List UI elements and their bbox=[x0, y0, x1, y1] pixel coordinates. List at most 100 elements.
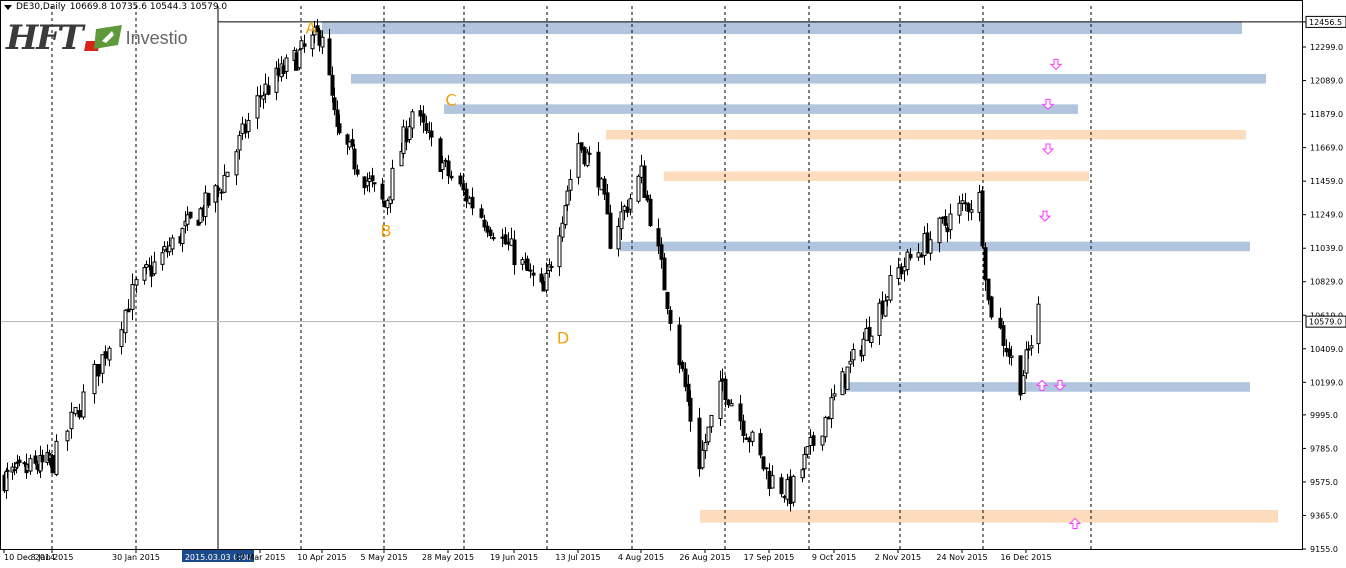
candle-body bbox=[665, 291, 670, 310]
candle-body bbox=[255, 95, 260, 119]
candle-body bbox=[861, 338, 866, 356]
candle-body bbox=[688, 397, 693, 422]
candle-body bbox=[77, 410, 82, 418]
zone-resistance-4 bbox=[606, 129, 1246, 140]
candle-body bbox=[525, 258, 530, 271]
candle-body bbox=[636, 175, 641, 202]
grid-layer bbox=[0, 6, 1302, 549]
candle-body bbox=[446, 160, 451, 177]
candle-body bbox=[531, 272, 536, 276]
candle-body bbox=[845, 366, 850, 390]
logo-subtitle: Investio bbox=[125, 27, 188, 48]
zone-resistance-5 bbox=[664, 171, 1089, 181]
candle-body bbox=[1024, 349, 1029, 374]
candle-body bbox=[297, 49, 302, 69]
y-tick-label: 11459.0 bbox=[1310, 177, 1343, 186]
candle-body bbox=[261, 95, 266, 100]
candle-body bbox=[1036, 303, 1041, 345]
wave-label-c: C bbox=[445, 91, 456, 110]
candle-body bbox=[829, 397, 834, 420]
candle-body bbox=[738, 403, 743, 422]
candle-body bbox=[656, 228, 661, 247]
y-tick-label: 11249.0 bbox=[1310, 211, 1343, 220]
candle-body bbox=[1026, 348, 1031, 351]
candle-body bbox=[989, 296, 994, 318]
candle-body bbox=[17, 459, 22, 463]
arrow-down-icon bbox=[1049, 58, 1063, 71]
candle-body bbox=[1007, 348, 1012, 357]
x-tick-label: 8 Jan 2015 bbox=[31, 553, 74, 562]
ohlc-values: 10669.8 10735.6 10544.3 10579.0 bbox=[69, 2, 228, 12]
candle-body bbox=[320, 36, 325, 48]
candle-body bbox=[160, 252, 165, 265]
candle-body bbox=[888, 274, 893, 301]
x-tick-label: 10 Apr 2015 bbox=[297, 553, 346, 562]
wave-label-a: A bbox=[306, 19, 317, 38]
candle-body bbox=[73, 406, 78, 415]
y-tick-label: 9575.0 bbox=[1310, 478, 1338, 487]
candle-body bbox=[668, 309, 673, 324]
current-price-label: 10579.0 bbox=[1309, 318, 1342, 327]
candle-body bbox=[680, 361, 685, 369]
candle-body bbox=[107, 347, 112, 361]
symbol-info-bar: DE30,Daily 10669.8 10735.6 10544.3 10579… bbox=[4, 2, 227, 12]
candle-body bbox=[969, 209, 974, 213]
candle-body bbox=[119, 329, 124, 347]
candle-body bbox=[642, 165, 647, 198]
zones-layer bbox=[322, 21, 1278, 523]
top-price-label: 12456.5 bbox=[1309, 18, 1342, 27]
y-tick-label: 9155.0 bbox=[1310, 545, 1338, 554]
wave-label-b: B bbox=[381, 221, 392, 240]
candle-body bbox=[332, 97, 337, 111]
candle-body bbox=[761, 456, 766, 470]
candle-body bbox=[130, 284, 135, 310]
x-tick-label: 17 Sep 2015 bbox=[744, 553, 795, 562]
candle-body bbox=[470, 196, 475, 209]
candle-body bbox=[225, 171, 230, 178]
candle-body bbox=[791, 475, 796, 503]
candle-body bbox=[568, 178, 573, 191]
candle-body bbox=[302, 43, 307, 47]
candle-body bbox=[659, 244, 664, 260]
x-tick-label: 2 Nov 2015 bbox=[875, 553, 921, 562]
candle-body bbox=[628, 198, 633, 210]
candle-body bbox=[327, 38, 332, 76]
y-tick-label: 9785.0 bbox=[1310, 444, 1338, 453]
candle-body bbox=[800, 469, 805, 479]
candle-body bbox=[758, 433, 763, 456]
wave-label-d: D bbox=[557, 328, 569, 347]
candle-body bbox=[355, 169, 360, 175]
price-chart[interactable]: A B C D 12456.5 12299.0 12089.0 11879.0 11669.0… bbox=[0, 0, 1346, 568]
chart-container[interactable]: A B C D 12456.5 12299.0 12089.0 11879.0 11669.0… bbox=[0, 0, 1346, 568]
candle-body bbox=[142, 267, 147, 281]
candle-body bbox=[549, 265, 554, 268]
axes-layer: 12456.5 12299.0 12089.0 11879.0 11669.0 11459… bbox=[0, 0, 1346, 562]
candle-body bbox=[805, 446, 810, 455]
wave-labels-layer: A B C D bbox=[306, 19, 570, 348]
candle-body bbox=[848, 360, 853, 365]
candle-body bbox=[284, 57, 289, 72]
candle-body bbox=[5, 469, 10, 472]
candle-body bbox=[770, 475, 775, 489]
candle-body bbox=[928, 239, 933, 254]
candle-body bbox=[544, 272, 549, 291]
candle-body bbox=[883, 300, 888, 317]
y-tick-label: 10829.0 bbox=[1310, 278, 1343, 287]
x-tick-label: 4 Aug 2015 bbox=[618, 553, 664, 562]
candle-body bbox=[703, 442, 708, 452]
zone-resistance-1 bbox=[322, 21, 1242, 35]
candle-body bbox=[352, 148, 357, 170]
candle-body bbox=[1029, 345, 1034, 349]
candle-body bbox=[372, 182, 377, 185]
x-tick-label: 19 Jun 2015 bbox=[490, 553, 538, 562]
logo-wordmark: HFT bbox=[6, 18, 84, 58]
chevron-down-icon[interactable] bbox=[4, 4, 12, 10]
y-tick-label: 12299.0 bbox=[1310, 43, 1343, 52]
candle-body bbox=[948, 213, 953, 231]
y-tick-label: 12089.0 bbox=[1310, 77, 1343, 86]
candle-body bbox=[216, 187, 221, 191]
candle-body bbox=[50, 455, 55, 474]
candle-body bbox=[980, 190, 985, 247]
y-tick-label: 10409.0 bbox=[1310, 345, 1343, 354]
broker-logo: HFT Investio bbox=[6, 18, 188, 58]
